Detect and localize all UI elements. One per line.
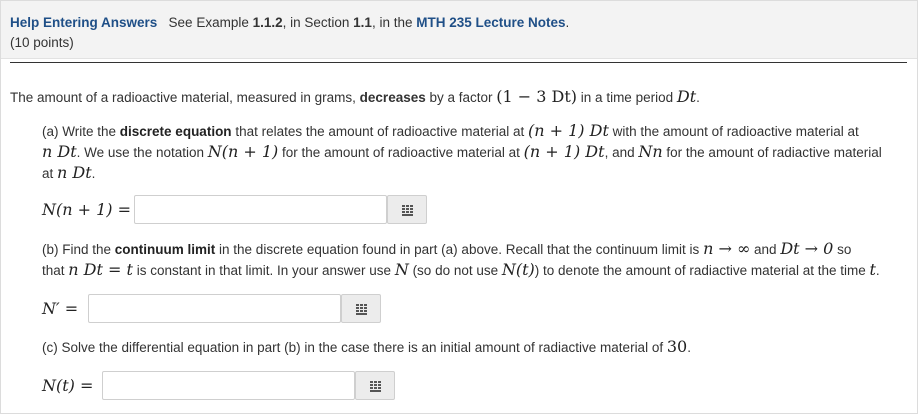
part-c-text: (c) Solve the differential equation in p…	[42, 337, 912, 358]
part-a-t1: (a) Write the	[42, 124, 120, 139]
part-a-bold: discrete equation	[119, 124, 232, 139]
in-the-text: , in the	[371, 15, 417, 30]
part-b-t8: ) to denote the amount of radiactive mat…	[534, 263, 870, 278]
divider	[10, 62, 907, 63]
header-period: .	[565, 15, 570, 30]
in-section-text: , in Section	[282, 15, 354, 30]
part-c-end: .	[687, 340, 691, 355]
part-b-t6: is constant in that limit. In your answe…	[132, 263, 395, 278]
part-a-t6: , and	[604, 145, 639, 160]
intro-bold-decreases: decreases	[359, 90, 426, 105]
part-a-t5: for the amount of radioactive material a…	[278, 145, 524, 160]
part-a-t4: . We use the notation	[76, 145, 208, 160]
part-a-t3: with the amount of radioactive material …	[608, 124, 859, 139]
part-c-m1: 30	[666, 337, 688, 356]
intro-text-1: The amount of a radioactive material, me…	[10, 90, 360, 105]
part-b-m5: N(t)	[501, 260, 535, 279]
problem-intro: The amount of a radioactive material, me…	[10, 87, 700, 106]
part-b-m2: Dt → 0	[780, 239, 834, 258]
part-b-t1: (b) Find the	[42, 242, 115, 257]
answer-b-input[interactable]	[88, 294, 341, 323]
header-line: Help Entering Answers See Example 1.1.2,…	[10, 15, 569, 30]
part-a-m5: Nn	[638, 142, 663, 161]
part-a-t2: that relates the amount of radioactive m…	[231, 124, 528, 139]
part-a-t8: at	[42, 166, 58, 181]
part-a-m4: (n + 1) Dt	[523, 142, 605, 161]
part-b-bold: continuum limit	[114, 242, 216, 257]
keyboard-icon	[356, 304, 368, 315]
part-b-t7: (so do not use	[408, 263, 502, 278]
part-b-text: (b) Find the continuum limit in the disc…	[42, 239, 912, 281]
part-a-end: .	[91, 166, 96, 181]
part-b-t2: in the discrete equation found in part (…	[215, 242, 704, 257]
intro-factor-math: (1 − 3 Dt)	[496, 87, 578, 106]
answer-a-keyboard-button[interactable]	[387, 195, 427, 224]
section-number: 1.1	[353, 15, 372, 30]
part-a-m1: (n + 1) Dt	[527, 121, 609, 140]
problem-header: Help Entering Answers See Example 1.1.2,…	[1, 1, 917, 59]
part-b-t4: so	[833, 242, 852, 257]
points-label: (10 points)	[10, 35, 74, 50]
intro-text-2: by a factor	[425, 90, 497, 105]
answer-b-keyboard-button[interactable]	[341, 294, 381, 323]
part-a-text: (a) Write the discrete equation that rel…	[42, 121, 902, 184]
intro-dt-math: Dt	[676, 87, 697, 106]
part-b-m4: N	[394, 260, 409, 279]
intro-end: .	[696, 90, 700, 105]
part-a-m2: n Dt	[42, 142, 77, 161]
part-b-t3: and	[750, 242, 781, 257]
answer-c-label: N(t) =	[42, 376, 94, 395]
part-b-m1: n → ∞	[703, 239, 751, 258]
part-a-m3: N(n + 1)	[207, 142, 279, 161]
keyboard-icon	[370, 381, 382, 392]
intro-text-3: in a time period	[577, 90, 677, 105]
part-a-m6: n Dt	[57, 163, 92, 182]
see-example-text: See Example	[168, 15, 253, 30]
part-b-m3: n Dt = t	[68, 260, 133, 279]
part-b-end: .	[875, 263, 880, 278]
answer-a-input[interactable]	[134, 195, 387, 224]
lecture-notes-link[interactable]: MTH 235 Lecture Notes	[416, 15, 565, 30]
answer-a-label: N(n + 1) =	[42, 200, 132, 219]
answer-b-label: N′ =	[42, 299, 79, 318]
answer-c-keyboard-button[interactable]	[355, 371, 395, 400]
answer-c-input[interactable]	[102, 371, 355, 400]
help-entering-answers-link[interactable]: Help Entering Answers	[10, 15, 157, 30]
example-number: 1.1.2	[252, 15, 283, 30]
problem-panel: Help Entering Answers See Example 1.1.2,…	[0, 0, 918, 414]
keyboard-icon	[402, 205, 414, 216]
part-b-t5: that	[42, 263, 69, 278]
part-c-t1: (c) Solve the differential equation in p…	[42, 340, 667, 355]
part-a-t7: for the amount of radiactive material	[662, 145, 882, 160]
